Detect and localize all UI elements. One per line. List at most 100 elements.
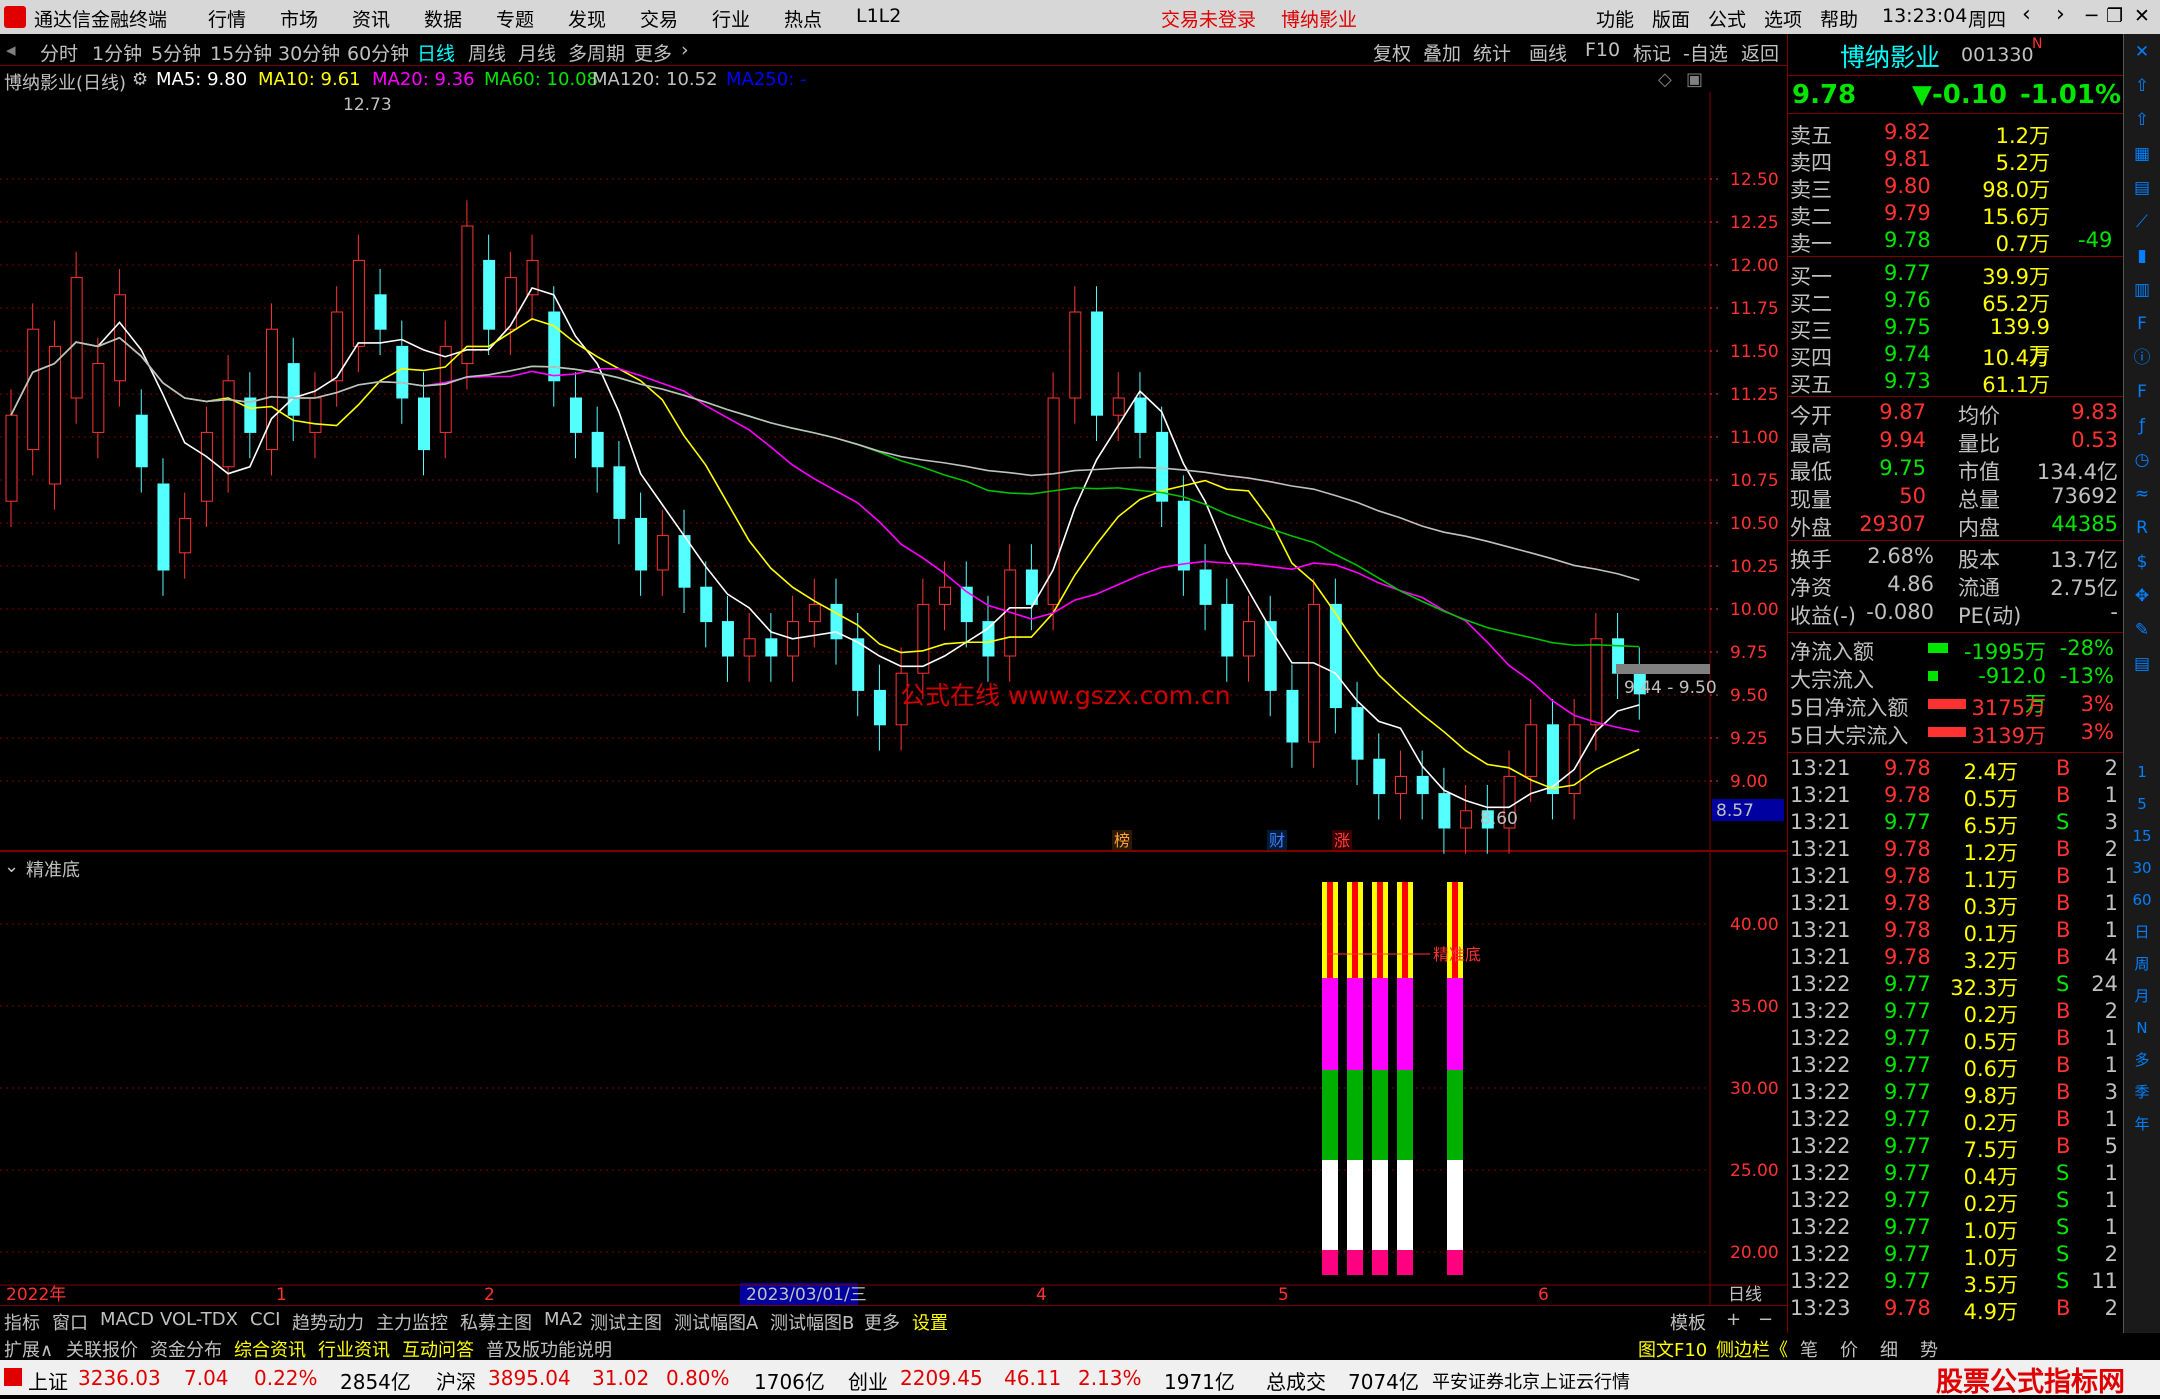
tick-row[interactable]: 13:22 9.77 1.0万 S 1	[1788, 1213, 2124, 1243]
marker-cai[interactable]: 财	[1269, 831, 1285, 850]
stat-row[interactable]: 最高 9.94 量比 0.53	[1788, 426, 2124, 456]
toolbar-collapse-icon[interactable]: ◂	[6, 39, 16, 61]
back-icon[interactable]: ‹	[2022, 2, 2031, 27]
tab-simu[interactable]: 私募主图	[460, 1309, 532, 1335]
sidebar-period-8[interactable]: N	[2130, 1016, 2154, 1040]
minimize-icon[interactable]: ─	[2086, 5, 2097, 27]
period-weekly[interactable]: 周线	[468, 39, 506, 66]
tick-row[interactable]: 13:22 9.77 32.3万 S 24	[1788, 970, 2124, 1000]
rsi-icon[interactable]: R	[2130, 516, 2154, 540]
sidebar-period-2[interactable]: 15	[2130, 824, 2154, 848]
tick-row[interactable]: 13:22 9.77 0.2万 B 1	[1788, 1105, 2124, 1135]
ask-row[interactable]: 卖一 9.78 0.7万 -49	[1788, 226, 2124, 256]
tab-macd[interactable]: MACD	[100, 1309, 154, 1330]
ask-row[interactable]: 卖四 9.81 5.2万	[1788, 145, 2124, 175]
flow-row[interactable]: 净流入额 -1995万 -28%	[1788, 634, 2124, 664]
sidebar-period-10[interactable]: 季	[2130, 1080, 2154, 1104]
tab-gengduo[interactable]: 更多	[864, 1309, 900, 1335]
indicator-collapse-icon[interactable]: ⌄	[4, 856, 19, 877]
period-60min[interactable]: 60分钟	[347, 39, 409, 66]
candle-icon[interactable]: ▮	[2130, 244, 2154, 268]
tab-ceshi-a[interactable]: 测试幅图A	[674, 1309, 758, 1335]
stat2-row[interactable]: 收益(-) -0.080 PE(动) -	[1788, 598, 2124, 628]
menu-gongneng[interactable]: 功能	[1596, 5, 1634, 32]
move-icon[interactable]: ✥	[2130, 584, 2154, 608]
tab-ceshi-b[interactable]: 测试幅图B	[770, 1309, 854, 1335]
marker-bang[interactable]: 榜	[1114, 831, 1130, 850]
sh-label[interactable]: 上证	[28, 1366, 68, 1395]
tick-row[interactable]: 13:21 9.78 0.3万 B 1	[1788, 889, 2124, 919]
tick-row[interactable]: 13:22 9.77 0.6万 B 1	[1788, 1051, 2124, 1081]
menu-hangqing[interactable]: 行情	[208, 5, 246, 32]
close-icon[interactable]: ✕	[2134, 5, 2150, 27]
sidebar-period-5[interactable]: 日	[2130, 920, 2154, 944]
tab-qushi[interactable]: 趋势动力	[292, 1309, 364, 1335]
panel-icon[interactable]: ▣	[1686, 69, 1703, 90]
tab-chuangkou[interactable]: 窗口	[52, 1309, 88, 1335]
tab-guanlian[interactable]: 关联报价	[66, 1336, 138, 1362]
flow-row[interactable]: 5日大宗流入 3139万 3%	[1788, 718, 2124, 748]
line-icon[interactable]: ⟋	[2130, 210, 2154, 234]
sidebar-period-4[interactable]: 60	[2130, 888, 2154, 912]
period-daily[interactable]: 日线	[417, 39, 455, 66]
tab-shi[interactable]: 势	[1920, 1336, 1938, 1362]
tab-hangye-info[interactable]: 行业资讯	[318, 1336, 390, 1362]
tick-row[interactable]: 13:21 9.78 0.1万 B 1	[1788, 916, 2124, 946]
grid-icon[interactable]: ▤	[2130, 176, 2154, 200]
stat-row[interactable]: 现量 50 总量 73692	[1788, 482, 2124, 512]
tick-row[interactable]: 13:21 9.78 1.1万 B 1	[1788, 862, 2124, 892]
tab-ceshi-main[interactable]: 测试主图	[590, 1309, 662, 1335]
server-name[interactable]: 平安证券北京上证云行情	[1432, 1368, 1630, 1394]
tab-cci[interactable]: CCI	[250, 1309, 280, 1330]
menu-banmian[interactable]: 版面	[1652, 5, 1690, 32]
period-multi[interactable]: 多周期	[568, 39, 625, 66]
menu-hangye[interactable]: 行业	[712, 5, 750, 32]
tick-row[interactable]: 13:21 9.78 1.2万 B 2	[1788, 835, 2124, 865]
menu-jiaoyi[interactable]: 交易	[640, 5, 678, 32]
doc-icon[interactable]: ▤	[2130, 652, 2154, 676]
sidebar-period-9[interactable]: 多	[2130, 1048, 2154, 1072]
ma-settings-icon[interactable]: ⚙	[132, 69, 148, 90]
btn-tongji[interactable]: 统计	[1473, 39, 1511, 66]
menu-faxian[interactable]: 发现	[568, 5, 606, 32]
tab-zhibiao[interactable]: 指标	[4, 1309, 40, 1335]
tick-row[interactable]: 13:22 9.77 1.0万 S 2	[1788, 1240, 2124, 1270]
btn-f10[interactable]: F10	[1585, 39, 1620, 61]
btn-remove[interactable]: −	[1758, 1309, 1773, 1330]
tick-row[interactable]: 13:21 9.77 6.5万 S 3	[1788, 808, 2124, 838]
tick-row[interactable]: 13:23 9.78 4.9万 B 2	[1788, 1294, 2124, 1324]
btn-moban[interactable]: 模板	[1670, 1309, 1706, 1335]
hs-label[interactable]: 沪深	[436, 1366, 476, 1395]
stat-row[interactable]: 今开 9.87 均价 9.83	[1788, 398, 2124, 428]
pen-icon[interactable]: ✎	[2130, 618, 2154, 642]
tab-hudong[interactable]: 互动问答	[402, 1336, 474, 1362]
money-icon[interactable]: $	[2130, 550, 2154, 574]
tab-vol-tdx[interactable]: VOL-TDX	[160, 1309, 238, 1330]
fx-icon[interactable]: ƒ	[2130, 414, 2154, 438]
sidebar-period-3[interactable]: 30	[2130, 856, 2154, 880]
marker-zhang[interactable]: 涨	[1334, 831, 1350, 850]
stat-row[interactable]: 外盘 29307 内盘 44385	[1788, 510, 2124, 540]
kline-chart[interactable]: 12.50 12.25 12.00 11.75 11.50 11.25 11.00 10.75…	[0, 92, 1787, 1305]
f2-icon[interactable]: F	[2130, 380, 2154, 404]
period-15min[interactable]: 15分钟	[210, 39, 272, 66]
menu-zhuanti[interactable]: 专题	[496, 5, 534, 32]
tab-zonghe[interactable]: 综合资讯	[234, 1336, 306, 1362]
tab-jia[interactable]: 价	[1840, 1336, 1858, 1362]
btn-zixuan[interactable]: -自选	[1683, 39, 1728, 66]
menu-zixun[interactable]: 资讯	[352, 5, 390, 32]
trend-icon[interactable]: ≈	[2130, 482, 2154, 506]
tab-tuwen-f10[interactable]: 图文F10	[1638, 1336, 1707, 1362]
diamond-icon[interactable]: ◇	[1658, 69, 1672, 90]
tab-zhuli[interactable]: 主力监控	[376, 1309, 448, 1335]
tick-row[interactable]: 13:22 9.77 9.8万 B 3	[1788, 1078, 2124, 1108]
flow-row[interactable]: 5日净流入额 3175万 3%	[1788, 690, 2124, 720]
list-icon[interactable]: ▥	[2130, 278, 2154, 302]
menu-shuju[interactable]: 数据	[424, 5, 462, 32]
tab-bi[interactable]: 笔	[1800, 1336, 1818, 1362]
sidebar-period-7[interactable]: 月	[2130, 984, 2154, 1008]
flow-row[interactable]: 大宗流入 -912.0万 -13%	[1788, 662, 2124, 716]
menu-gongshi[interactable]: 公式	[1708, 5, 1746, 32]
period-monthly[interactable]: 月线	[518, 39, 556, 66]
bid-row[interactable]: 买三 9.75 139.9万	[1788, 313, 2124, 367]
